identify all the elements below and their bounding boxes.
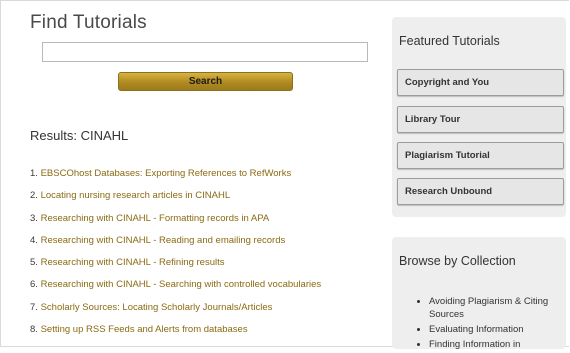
featured-heading: Featured Tutorials (399, 34, 500, 48)
result-link[interactable]: Researching with CINAHL - Searching with… (41, 279, 322, 290)
featured-tutorials-panel: Featured Tutorials Copyright and You Lib… (392, 17, 566, 217)
result-link[interactable]: Researching with CINAHL - Refining resul… (41, 257, 225, 268)
result-item: 8. Setting up RSS Feeds and Alerts from … (30, 323, 375, 345)
collection-item[interactable]: Avoiding Plagiarism & Citing Sources (429, 295, 569, 321)
result-number: 2. (30, 190, 38, 202)
result-number: 7. (30, 301, 38, 313)
result-link[interactable]: Setting up RSS Feeds and Alerts from dat… (41, 324, 248, 335)
result-link[interactable]: Locating nursing research articles in CI… (41, 190, 231, 201)
result-item: 4. Researching with CINAHL - Reading and… (30, 234, 375, 256)
featured-button-library-tour[interactable]: Library Tour (397, 106, 564, 133)
result-link[interactable]: EBSCOhost Databases: Exporting Reference… (41, 168, 292, 179)
collection-link[interactable]: Avoiding Plagiarism & Citing Sources (429, 296, 548, 320)
result-item: 2. Locating nursing research articles in… (30, 189, 375, 211)
collection-item[interactable]: Evaluating Information (429, 323, 569, 336)
result-item: 3. Researching with CINAHL - Formatting … (30, 212, 375, 234)
search-input[interactable] (42, 42, 368, 62)
result-number: 1. (30, 168, 38, 179)
main-content: Find Tutorials Search Results: CINAHL 1.… (30, 12, 370, 335)
collection-item[interactable]: Finding Information in (429, 338, 569, 351)
result-item: 1. EBSCOhost Databases: Exporting Refere… (30, 167, 375, 189)
result-number: 5. (30, 257, 38, 269)
result-number: 8. (30, 324, 38, 336)
result-item: 7. Scholarly Sources: Locating Scholarly… (30, 301, 375, 323)
collection-link[interactable]: Finding Information in (429, 339, 520, 350)
result-number: 4. (30, 234, 38, 246)
collection-link[interactable]: Evaluating Information (429, 324, 524, 335)
result-number: 3. (30, 212, 38, 224)
featured-button-copyright[interactable]: Copyright and You (397, 69, 564, 96)
result-link[interactable]: Researching with CINAHL - Formatting rec… (41, 213, 270, 224)
results-list: 1. EBSCOhost Databases: Exporting Refere… (30, 167, 375, 345)
result-item: 6. Researching with CINAHL - Searching w… (30, 278, 375, 300)
collection-list: Avoiding Plagiarism & Citing Sources Eva… (421, 295, 569, 353)
browse-collection-panel: Browse by Collection Avoiding Plagiarism… (392, 237, 566, 350)
search-button[interactable]: Search (118, 72, 293, 91)
featured-button-plagiarism[interactable]: Plagiarism Tutorial (397, 142, 564, 169)
result-number: 6. (30, 279, 38, 291)
result-item: 5. Researching with CINAHL - Refining re… (30, 256, 375, 278)
result-link[interactable]: Scholarly Sources: Locating Scholarly Jo… (41, 302, 273, 313)
result-link[interactable]: Researching with CINAHL - Reading and em… (41, 235, 286, 246)
browse-heading: Browse by Collection (399, 254, 516, 268)
results-heading: Results: CINAHL (30, 128, 129, 143)
featured-button-research-unbound[interactable]: Research Unbound (397, 178, 564, 205)
page-title: Find Tutorials (30, 12, 147, 33)
